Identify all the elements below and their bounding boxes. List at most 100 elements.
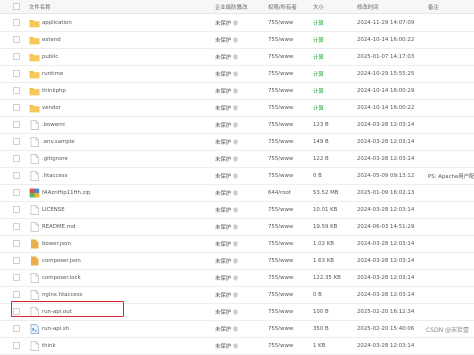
remark[interactable] [428,252,474,269]
permission[interactable]: 755/www [268,303,310,320]
row-checkbox[interactable] [13,324,20,332]
permission[interactable]: 755/www [268,116,310,133]
file-name[interactable]: application [42,14,202,31]
remark[interactable] [428,31,474,48]
row-checkbox[interactable] [13,154,20,162]
file-name[interactable]: .bowerrc [42,116,202,133]
permission[interactable]: 755/www [268,320,310,337]
file-name[interactable]: extend [42,31,202,48]
header-perm[interactable]: 权限/所有者 [268,0,310,13]
table-row[interactable]: .env.sample 未保护 755/www 149 B 2024-03-28 12:… [0,133,474,151]
remark[interactable] [428,269,474,286]
row-checkbox[interactable] [13,341,20,349]
row-checkbox[interactable] [13,69,20,77]
remark[interactable]: PS: Apache用户配 [428,167,474,184]
file-name[interactable]: fAAznHip11Hh.zip [42,184,202,201]
remark[interactable] [428,218,474,235]
calc-size-link[interactable]: 计算 [313,48,355,65]
table-row[interactable]: public 未保护 755/www 计算 2025-01-07 14:17:03 [0,48,474,66]
row-checkbox[interactable] [13,273,20,281]
permission[interactable]: 755/www [268,99,310,116]
calc-size-link[interactable]: 计算 [313,99,355,116]
header-protect[interactable]: 企业级防篡改 [215,0,257,13]
remark[interactable] [428,201,474,218]
permission[interactable]: 644/root [268,184,310,201]
file-name[interactable]: bower.json [42,235,202,252]
row-checkbox[interactable] [13,35,20,43]
permission[interactable]: 755/www [268,14,310,31]
calc-size-link[interactable]: 计算 [313,65,355,82]
calc-size-link[interactable]: 计算 [313,82,355,99]
table-row[interactable]: runtime 未保护 755/www 计算 2024-10-29 15:55:25 [0,65,474,83]
file-name[interactable]: run-api.sh [42,320,202,337]
remark[interactable] [428,286,474,303]
remark[interactable] [428,48,474,65]
file-name[interactable]: LICENSE [42,201,202,218]
table-row[interactable]: composer.lock 未保护 755/www 122.35 KB 2024-03-… [0,269,474,287]
table-row[interactable]: extend 未保护 755/www 计算 2024-10-14 16:00:22 [0,31,474,49]
file-name[interactable]: runtime [42,65,202,82]
permission[interactable]: 755/www [268,150,310,167]
file-name[interactable]: .env.sample [42,133,202,150]
permission[interactable]: 755/www [268,201,310,218]
row-checkbox[interactable] [13,239,20,247]
row-checkbox[interactable] [13,18,20,26]
file-name[interactable]: .gitignore [42,150,202,167]
permission[interactable]: 755/www [268,218,310,235]
header-size[interactable]: 大小 [313,0,355,13]
row-checkbox[interactable] [13,188,20,196]
permission[interactable]: 755/www [268,31,310,48]
table-row[interactable]: .gitignore 未保护 755/www 122 B 2024-03-28 12:0… [0,150,474,168]
remark[interactable] [428,14,474,31]
row-checkbox[interactable] [13,52,20,60]
row-checkbox[interactable] [13,86,20,94]
permission[interactable]: 755/www [268,167,310,184]
remark[interactable] [428,133,474,150]
row-checkbox[interactable] [13,222,20,230]
table-row[interactable]: fAAznHip11Hh.zip 未保护 644/root 53.52 MB 2025-… [0,184,474,202]
table-row[interactable]: application 未保护 755/www 计算 2024-11-29 14:07:… [0,14,474,32]
calc-size-link[interactable]: 计算 [313,31,355,48]
row-checkbox[interactable] [13,137,20,145]
table-row[interactable]: think 未保护 755/www 1 KB 2024-03-28 12:03:14 [0,337,474,355]
file-name[interactable]: think [42,337,202,354]
file-name[interactable]: README.md [42,218,202,235]
table-row[interactable]: .htaccess 未保护 755/www 0 B 2024-05-09 09:13:1… [0,167,474,185]
table-row[interactable]: .bowerrc 未保护 755/www 123 B 2024-03-28 12:03:… [0,116,474,134]
remark[interactable] [428,235,474,252]
file-name[interactable]: composer.lock [42,269,202,286]
remark[interactable] [428,150,474,167]
row-checkbox[interactable] [13,171,20,179]
file-name[interactable]: thinkphp [42,82,202,99]
remark[interactable] [428,184,474,201]
table-row[interactable]: bower.json 未保护 755/www 1.02 KB 2024-03-28 12… [0,235,474,253]
remark[interactable] [428,99,474,116]
row-checkbox[interactable] [13,256,20,264]
row-checkbox[interactable] [13,103,20,111]
header-name[interactable]: 文件名称 [29,0,189,13]
remark[interactable] [428,82,474,99]
table-row[interactable]: run-api.sh 未保护 755/www 350 B 2025-02-20 15:4… [0,320,474,338]
permission[interactable]: 755/www [268,65,310,82]
permission[interactable]: 755/www [268,133,310,150]
row-checkbox[interactable] [13,205,20,213]
file-name[interactable]: public [42,48,202,65]
permission[interactable]: 755/www [268,286,310,303]
remark[interactable] [428,65,474,82]
row-checkbox[interactable] [13,290,20,298]
permission[interactable]: 755/www [268,235,310,252]
permission[interactable]: 755/www [268,82,310,99]
row-checkbox[interactable] [13,120,20,128]
calc-size-link[interactable]: 计算 [313,14,355,31]
select-all-checkbox[interactable] [13,2,20,10]
remark[interactable] [428,303,474,320]
file-name[interactable]: composer.json [42,252,202,269]
permission[interactable]: 755/www [268,337,310,354]
file-name[interactable]: .htaccess [42,167,202,184]
table-row[interactable]: composer.json 未保护 755/www 1.63 KB 2024-03-28… [0,252,474,270]
table-row[interactable]: LICENSE 未保护 755/www 10.01 KB 2024-03-28 12:0… [0,201,474,219]
file-name[interactable]: vendor [42,99,202,116]
permission[interactable]: 755/www [268,252,310,269]
permission[interactable]: 755/www [268,269,310,286]
table-row[interactable]: thinkphp 未保护 755/www 计算 2024-10-14 16:00:29 [0,82,474,100]
